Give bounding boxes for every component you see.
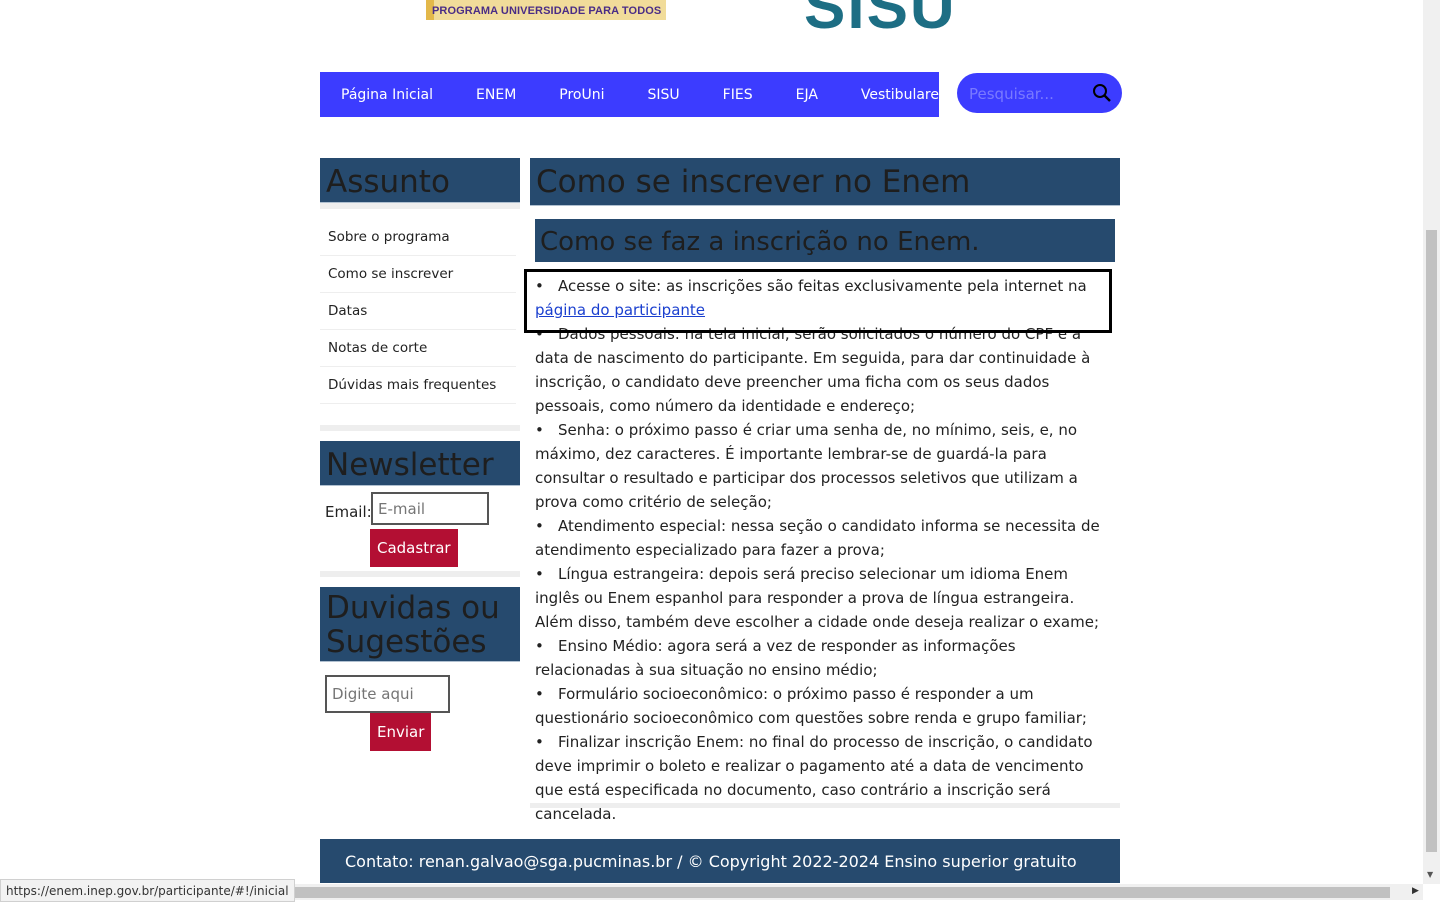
nav-item-sisu[interactable]: SISU	[648, 87, 680, 103]
list-item: • Atendimento especial: nessa seção o can…	[535, 517, 1100, 559]
search-input[interactable]	[967, 82, 1081, 106]
subscribe-button[interactable]: Cadastrar	[370, 529, 458, 567]
vertical-scrollbar[interactable]: ▼	[1423, 0, 1440, 884]
status-bar-url: https://enem.inep.gov.br/participante/#!…	[0, 879, 295, 902]
list-item: • Acesse o site: as inscrições são feitas…	[535, 277, 1087, 319]
list-item: • Formulário socioeconômico: o próximo pa…	[535, 685, 1087, 727]
sidebar-item-duvidas[interactable]: Dúvidas mais frequentes	[320, 367, 516, 404]
nav-item-eja[interactable]: EJA	[796, 87, 818, 103]
footer: Contato: renan.galvao@sga.pucminas.br / …	[320, 839, 1120, 883]
divider	[530, 803, 1120, 808]
email-field[interactable]	[371, 492, 489, 525]
scrollbar-thumb[interactable]	[260, 887, 1390, 898]
sidebar-item-datas[interactable]: Datas	[320, 293, 516, 330]
main-content: Como se inscrever no Enem Como se faz a …	[530, 158, 1120, 826]
list-item: • Senha: o próximo passo é criar uma senh…	[535, 421, 1078, 511]
assunto-title: Assunto	[320, 158, 520, 203]
newsletter-form: Email: Cadastrar	[320, 486, 520, 571]
section-title: Como se faz a inscrição no Enem.	[535, 219, 1115, 262]
main-nav: Página Inicial ENEM ProUni SISU FIES EJA…	[320, 72, 946, 117]
sidebar: Assunto Sobre o programa Como se inscrev…	[320, 158, 520, 752]
list-item: • Dados pessoais: na tela inicial, serão …	[535, 325, 1091, 415]
nav-item-enem[interactable]: ENEM	[476, 87, 516, 103]
list-item: • Ensino Médio: agora será a vez de respo…	[535, 637, 1016, 679]
divider	[320, 203, 520, 209]
nav-item-pagina-inicial[interactable]: Página Inicial	[341, 87, 433, 103]
search-box	[957, 73, 1122, 113]
sidebar-item-notas-de-corte[interactable]: Notas de corte	[320, 330, 516, 367]
sidebar-item-sobre[interactable]: Sobre o programa	[320, 219, 516, 256]
scrollbar-thumb[interactable]	[1426, 230, 1437, 852]
list-item: • Língua estrangeira: depois será preciso…	[535, 565, 1100, 631]
feedback-input[interactable]	[325, 675, 450, 713]
assunto-menu: Sobre o programa Como se inscrever Datas…	[320, 219, 520, 404]
scroll-down-icon[interactable]: ▼	[1427, 870, 1433, 879]
sidebar-item-como-se-inscrever[interactable]: Como se inscrever	[320, 256, 516, 293]
participant-page-link[interactable]: página do participante	[535, 301, 705, 319]
nav-item-fies[interactable]: FIES	[723, 87, 753, 103]
feedback-title: Duvidas ou Sugestões	[320, 587, 520, 662]
newsletter-title: Newsletter	[320, 441, 520, 486]
prouni-logo-subtitle: PROGRAMA UNIVERSIDADE PARA TODOS	[432, 5, 662, 17]
nav-item-vestibulares[interactable]: Vestibulares	[861, 87, 946, 103]
prouni-logo: PROGRAMA UNIVERSIDADE PARA TODOS	[426, 0, 666, 22]
list-item: • Finalizar inscrição Enem: no final do p…	[535, 733, 1093, 823]
scroll-right-icon[interactable]: ▶	[1412, 886, 1419, 896]
nav-item-prouni[interactable]: ProUni	[559, 87, 604, 103]
horizontal-scrollbar[interactable]: ▶	[260, 884, 1423, 900]
steps-list: • Acesse o site: as inscrições são feitas…	[535, 274, 1115, 826]
footer-text: Contato: renan.galvao@sga.pucminas.br / …	[345, 851, 1077, 871]
search-icon[interactable]	[1092, 83, 1112, 103]
email-label: Email:	[325, 503, 372, 521]
send-button[interactable]: Enviar	[370, 713, 432, 751]
feedback-form: Enviar	[320, 662, 520, 752]
sisu-logo: SISU	[804, 0, 957, 36]
page-title: Como se inscrever no Enem	[530, 158, 1120, 206]
